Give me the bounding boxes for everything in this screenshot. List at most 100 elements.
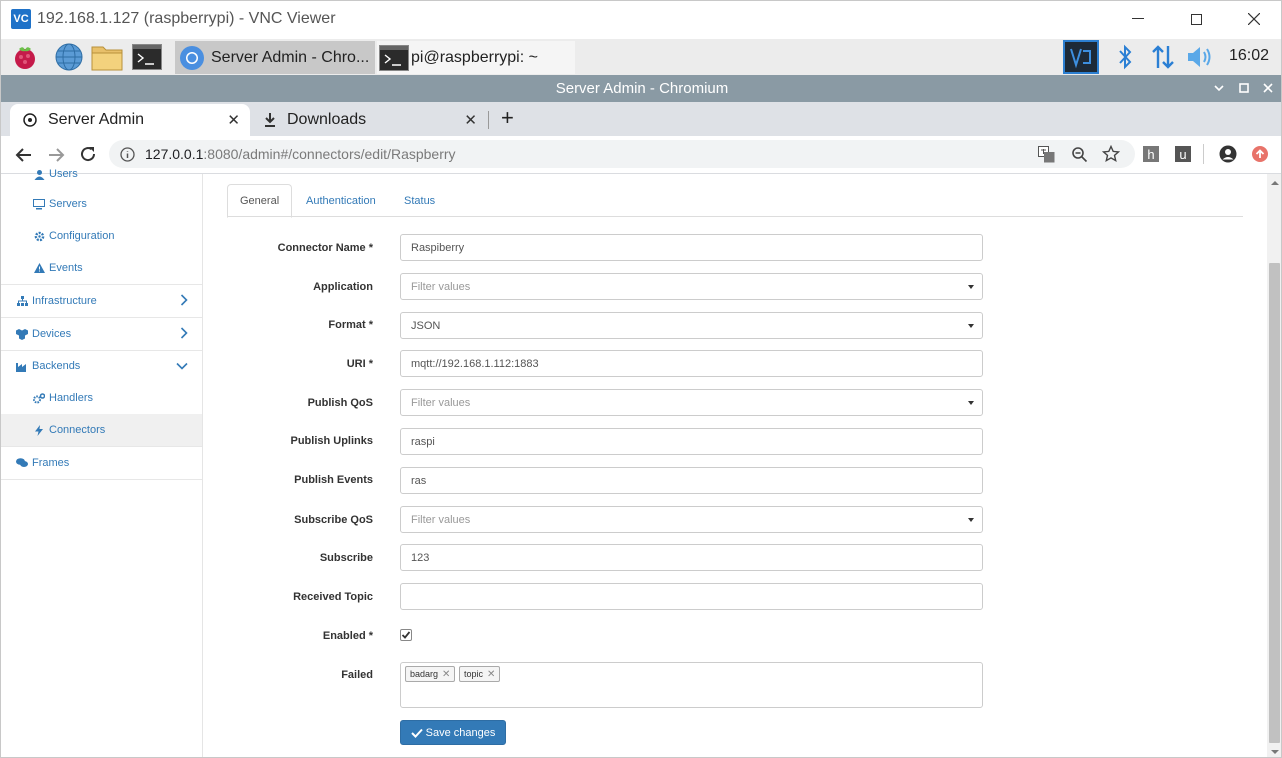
tab-label: Server Admin [48,111,145,128]
received-topic-input[interactable] [400,583,983,610]
sitemap-icon [16,295,28,307]
sidebar-item-servers[interactable]: Servers [1,188,202,220]
bolt-icon [33,424,45,436]
publish-events-input[interactable]: ras [400,467,983,494]
sidebar-item-configuration[interactable]: Configuration [1,220,202,252]
sidebar-item-label: Backends [32,360,81,372]
vnc-logo-icon: VC [11,9,31,29]
task-chromium[interactable]: Server Admin - Chro... [175,41,375,74]
server-admin-favicon-icon [23,113,37,127]
warning-icon [33,262,45,274]
translate-icon[interactable] [1038,146,1055,163]
scrollbar-thumb[interactable] [1269,263,1280,743]
chevron-right-icon [180,294,188,306]
field-label-uri: URI * [346,358,373,370]
profile-icon[interactable] [1219,145,1237,163]
extension-u-icon[interactable]: u [1175,146,1191,162]
subscribe-qos-select[interactable]: Filter values [400,506,983,533]
application-select[interactable]: Filter values [400,273,983,300]
sidebar-item-label: Configuration [49,230,115,242]
vnc-window-title: 192.168.1.127 (raspberrypi) - VNC Viewer [37,10,336,27]
web-browser-icon[interactable] [53,41,85,73]
remove-tag-icon[interactable]: ✕ [442,669,450,680]
sidebar-item-devices[interactable]: Devices [1,318,202,350]
taskbar: Server Admin - Chro... pi@raspberrypi: ~… [1,39,1281,75]
tab-label: Downloads [287,111,367,128]
task-terminal[interactable]: pi@raspberrypi: ~ [377,41,575,74]
select-placeholder: Filter values [411,396,471,409]
bookmark-star-icon[interactable] [1102,145,1120,163]
connector-name-input[interactable]: Raspiberry [400,234,983,261]
select-value: JSON [411,319,441,332]
minimize-button[interactable] [1109,1,1167,37]
comments-icon [16,457,28,469]
field-label-publish-events: Publish Events [294,474,373,486]
close-button[interactable] [1225,1,1281,37]
maximize-button[interactable] [1167,1,1225,37]
maximize-icon [1190,13,1202,25]
chromium-close-icon[interactable] [1263,83,1273,93]
tab-status[interactable]: Status [392,184,447,218]
failed-tags-input[interactable]: badarg ✕ topic ✕ [400,662,983,708]
uri-input[interactable]: mqtt://192.168.1.112:1883 [400,350,983,377]
industry-icon [16,360,28,372]
close-tab-icon[interactable]: ✕ [464,111,477,129]
close-tab-icon[interactable]: ✕ [227,111,240,129]
update-icon[interactable] [1251,145,1269,163]
sidebar-item-label: Events [49,262,83,274]
field-label-connector-name: Connector Name * [277,242,373,254]
scroll-down-icon[interactable] [1267,745,1281,757]
chromium-title-bar: Server Admin - Chromium [1,75,1281,102]
tab-server-admin[interactable]: Server Admin ✕ [10,104,250,136]
tab-divider [488,111,489,129]
sidebar-item-frames[interactable]: Frames [1,447,202,479]
raspberry-menu-icon[interactable] [9,41,41,73]
url-path: :8080/admin#/connectors/edit/Raspberry [203,146,456,162]
field-label-enabled: Enabled * [322,630,373,642]
volume-icon[interactable] [1185,41,1217,73]
caret-down-icon [968,285,974,289]
tab-general[interactable]: General [227,184,293,218]
sidebar-item-backends[interactable]: Backends [1,350,202,382]
enabled-checkbox[interactable] [400,629,412,641]
sidebar-item-label: Servers [49,198,87,210]
terminal-icon [379,44,409,71]
remove-tag-icon[interactable]: ✕ [487,669,495,680]
publish-qos-select[interactable]: Filter values [400,389,983,416]
scroll-up-icon[interactable] [1267,176,1282,190]
sidebar-item-events[interactable]: Events [1,252,202,284]
save-changes-button[interactable]: Save changes [400,720,506,745]
zoom-icon[interactable] [1071,146,1088,163]
sidebar-item-infrastructure[interactable]: Infrastructure [1,285,202,317]
sidebar-divider [1,479,202,480]
field-label-publish-uplinks: Publish Uplinks [290,435,373,447]
terminal-icon[interactable] [131,41,163,73]
tag-label: badarg [410,669,439,679]
caret-down-icon [968,518,974,522]
subscribe-input[interactable]: 123 [400,544,983,571]
sidebar-item-label: Devices [32,328,72,340]
tag-label: topic [464,669,484,679]
sidebar-item-users[interactable]: Users [1,158,202,190]
new-tab-button[interactable]: + [501,105,514,131]
users-icon [33,168,45,180]
extension-h-icon[interactable]: h [1143,146,1159,162]
check-icon [410,728,423,738]
minimize-icon [1132,18,1144,19]
vnc-tray-icon[interactable] [1063,40,1099,74]
network-icon[interactable] [1147,41,1179,73]
publish-uplinks-input[interactable]: raspi [400,428,983,455]
file-manager-icon[interactable] [91,41,123,73]
sidebar-item-handlers[interactable]: Handlers [1,382,202,414]
sidebar-item-connectors[interactable]: Connectors [1,414,202,446]
tab-downloads[interactable]: Downloads ✕ [251,104,487,136]
chromium-minimize-icon[interactable] [1214,83,1224,93]
monitor-icon [33,198,45,210]
tab-authentication[interactable]: Authentication [294,184,388,218]
bluetooth-icon[interactable] [1109,41,1141,73]
format-select[interactable]: JSON [400,312,983,339]
cubes-icon [16,328,28,340]
select-placeholder: Filter values [411,280,471,293]
chromium-maximize-icon[interactable] [1239,83,1249,93]
sidebar-item-label: Frames [32,457,70,469]
